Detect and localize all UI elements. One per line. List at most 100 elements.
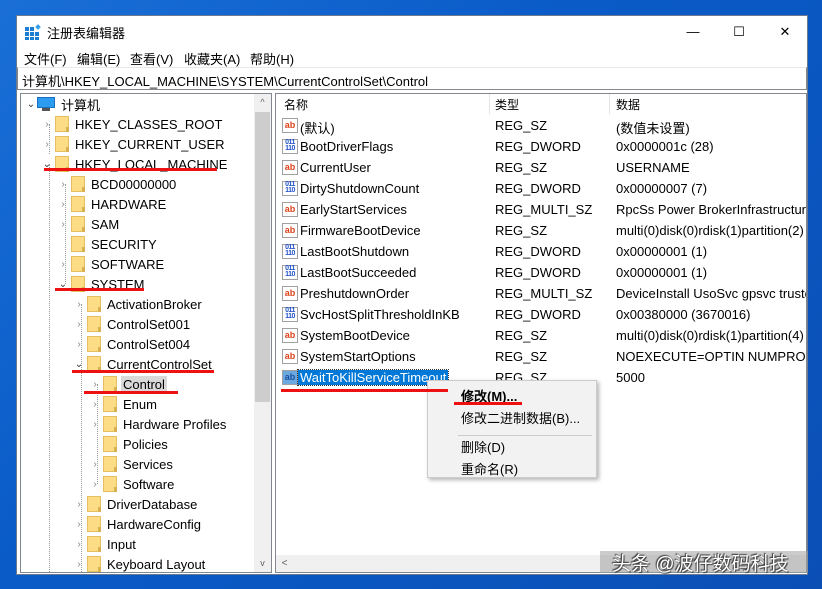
folder-icon (71, 256, 85, 272)
column-header-type[interactable]: 类型 (495, 96, 519, 113)
tree-item[interactable]: Policies (89, 434, 170, 454)
scroll-up-icon[interactable]: ^ (254, 94, 271, 111)
tree-item[interactable]: › Software (89, 474, 176, 494)
chevron-right-icon[interactable]: › (89, 454, 101, 474)
address-bar[interactable]: 计算机\HKEY_LOCAL_MACHINE\SYSTEM\CurrentCon… (17, 67, 807, 90)
chevron-right-icon[interactable]: › (73, 514, 85, 534)
chevron-right-icon[interactable]: › (57, 194, 69, 214)
chevron-right-icon[interactable]: › (73, 554, 85, 572)
value-data: 0x00000001 (1) (616, 244, 708, 259)
tree-item[interactable]: › HKEY_CURRENT_USER (41, 134, 227, 154)
tree-item[interactable]: › SAM (57, 214, 121, 234)
chevron-right-icon[interactable]: › (89, 474, 101, 494)
tree-item-label: Policies (123, 436, 168, 452)
menu-file[interactable]: 文件(F) (24, 49, 67, 68)
tree-item[interactable]: › BCD00000000 (57, 174, 178, 194)
scroll-down-icon[interactable]: v (254, 555, 271, 572)
folder-icon (71, 236, 85, 252)
tree-item[interactable]: › HKEY_CLASSES_ROOT (41, 114, 224, 134)
chevron-right-icon[interactable]: › (73, 294, 85, 314)
close-button[interactable]: ✕ (762, 16, 808, 47)
value-type: REG_SZ (495, 328, 548, 343)
chevron-right-icon[interactable]: › (73, 334, 85, 354)
tree-item-label: Control (121, 375, 167, 393)
scroll-left-icon[interactable]: < (276, 555, 293, 572)
tree-item[interactable]: ⌄ HKEY_LOCAL_MACHINE (41, 154, 229, 174)
chevron-right-icon[interactable]: › (89, 414, 101, 434)
list-row[interactable]: ab EarlyStartServices REG_MULTI_SZ RpcSs Po… (276, 199, 806, 220)
tree-item-label: Keyboard Layout (107, 556, 206, 572)
tree-scrollbar[interactable]: ^ v (254, 94, 271, 572)
tree-item[interactable]: › Keyboard Layout (73, 554, 207, 572)
column-header-name[interactable]: 名称 (284, 96, 308, 113)
context-menu-modify-binary[interactable]: 修改二进制数据(B)... (461, 408, 580, 427)
value-name: (默认) (300, 121, 335, 136)
string-value-icon: ab (282, 349, 298, 364)
list-row[interactable]: ab SystemBootDevice REG_SZ multi(0)disk(0)r… (276, 325, 806, 346)
chevron-right-icon[interactable]: › (73, 494, 85, 514)
menu-view[interactable]: 查看(V) (130, 49, 173, 68)
tree-item-computer[interactable]: ⌄ 计算机 (25, 94, 102, 114)
regedit-app-icon (25, 24, 41, 40)
chevron-right-icon[interactable]: › (89, 394, 101, 414)
maximize-button[interactable]: ☐ (716, 16, 762, 47)
address-path: 计算机\HKEY_LOCAL_MACHINE\SYSTEM\CurrentCon… (22, 74, 429, 89)
tree-item[interactable]: › Enum (89, 394, 159, 414)
scrollbar-thumb[interactable] (255, 112, 270, 402)
context-menu-delete[interactable]: 删除(D) (461, 437, 505, 456)
chevron-right-icon[interactable]: › (57, 174, 69, 194)
chevron-right-icon[interactable]: › (73, 534, 85, 554)
context-menu-rename[interactable]: 重命名(R) (461, 459, 518, 478)
menu-edit[interactable]: 编辑(E) (77, 49, 120, 68)
value-type: REG_SZ (495, 349, 548, 364)
chevron-right-icon[interactable]: › (41, 114, 53, 134)
list-row[interactable]: ab SystemStartOptions REG_SZ NOEXECUTE=OPT… (276, 346, 806, 367)
list-row[interactable]: 011 110 SvcHostSplitThresholdInKB REG_DWORD… (276, 304, 806, 325)
value-data: (数值未设置) (616, 121, 690, 136)
tree-item[interactable]: › Input (73, 534, 138, 554)
tree-item[interactable]: › Services (89, 454, 175, 474)
list-row[interactable]: 011 110 LastBootShutdown REG_DWORD 0x0000000… (276, 241, 806, 262)
list-row[interactable]: 011 110 LastBootSucceeded REG_DWORD 0x000000… (276, 262, 806, 283)
tree-item-label: HARDWARE (91, 196, 167, 212)
tree-item[interactable]: › ControlSet001 (73, 314, 192, 334)
chevron-down-icon[interactable]: ⌄ (41, 154, 53, 174)
list-row[interactable]: 011 110 DirtyShutdownCount REG_DWORD 0x00000… (276, 178, 806, 199)
tree-item[interactable]: › Hardware Profiles (89, 414, 228, 434)
list-row[interactable]: ab FirmwareBootDevice REG_SZ multi(0)disk(0… (276, 220, 806, 241)
close-icon: ✕ (779, 23, 791, 39)
minimize-button[interactable]: — (670, 16, 716, 47)
list-row[interactable]: 011 110 BootDriverFlags REG_DWORD 0x0000001c… (276, 136, 806, 157)
chevron-right-icon[interactable]: › (57, 214, 69, 234)
chevron-down-icon[interactable]: ⌄ (57, 274, 69, 294)
tree-item-label: HKEY_CURRENT_USER (75, 136, 225, 152)
value-data: 0x00000001 (1) (616, 265, 708, 280)
tree-item-label: SECURITY (91, 236, 157, 252)
menu-favorites[interactable]: 收藏夹(A) (184, 49, 240, 68)
chevron-right-icon[interactable]: › (57, 254, 69, 274)
chevron-down-icon[interactable]: ⌄ (25, 94, 37, 114)
column-header-data[interactable]: 数据 (616, 96, 640, 113)
tree-item[interactable]: ⌄ SYSTEM (57, 274, 146, 294)
tree-item[interactable]: › DriverDatabase (73, 494, 199, 514)
tree-item[interactable]: › SOFTWARE (57, 254, 166, 274)
tree-item[interactable]: › HARDWARE (57, 194, 168, 214)
tree-item[interactable]: › HardwareConfig (73, 514, 203, 534)
menu-help[interactable]: 帮助(H) (250, 49, 294, 68)
watermark: 头条 @波仔数码科技 (612, 554, 789, 575)
list-header: 名称 类型 数据 (276, 94, 806, 114)
folder-icon (71, 196, 85, 212)
folder-icon (87, 556, 101, 572)
chevron-right-icon[interactable]: › (41, 134, 53, 154)
list-row[interactable]: ab (默认) REG_SZ (数值未设置) (276, 115, 806, 136)
tree-item[interactable]: › ActivationBroker (73, 294, 204, 314)
tree-item[interactable]: › ControlSet004 (73, 334, 192, 354)
minimize-icon: — (686, 24, 700, 39)
tree-item-label: ControlSet004 (107, 336, 191, 352)
tree-item[interactable]: SECURITY (57, 234, 159, 254)
list-row[interactable]: ab PreshutdownOrder REG_MULTI_SZ DeviceInst… (276, 283, 806, 304)
list-row[interactable]: ab CurrentUser REG_SZ USERNAME (276, 157, 806, 178)
annotation-underline-control (84, 391, 178, 394)
chevron-right-icon[interactable]: › (73, 314, 85, 334)
folder-icon (87, 496, 101, 512)
